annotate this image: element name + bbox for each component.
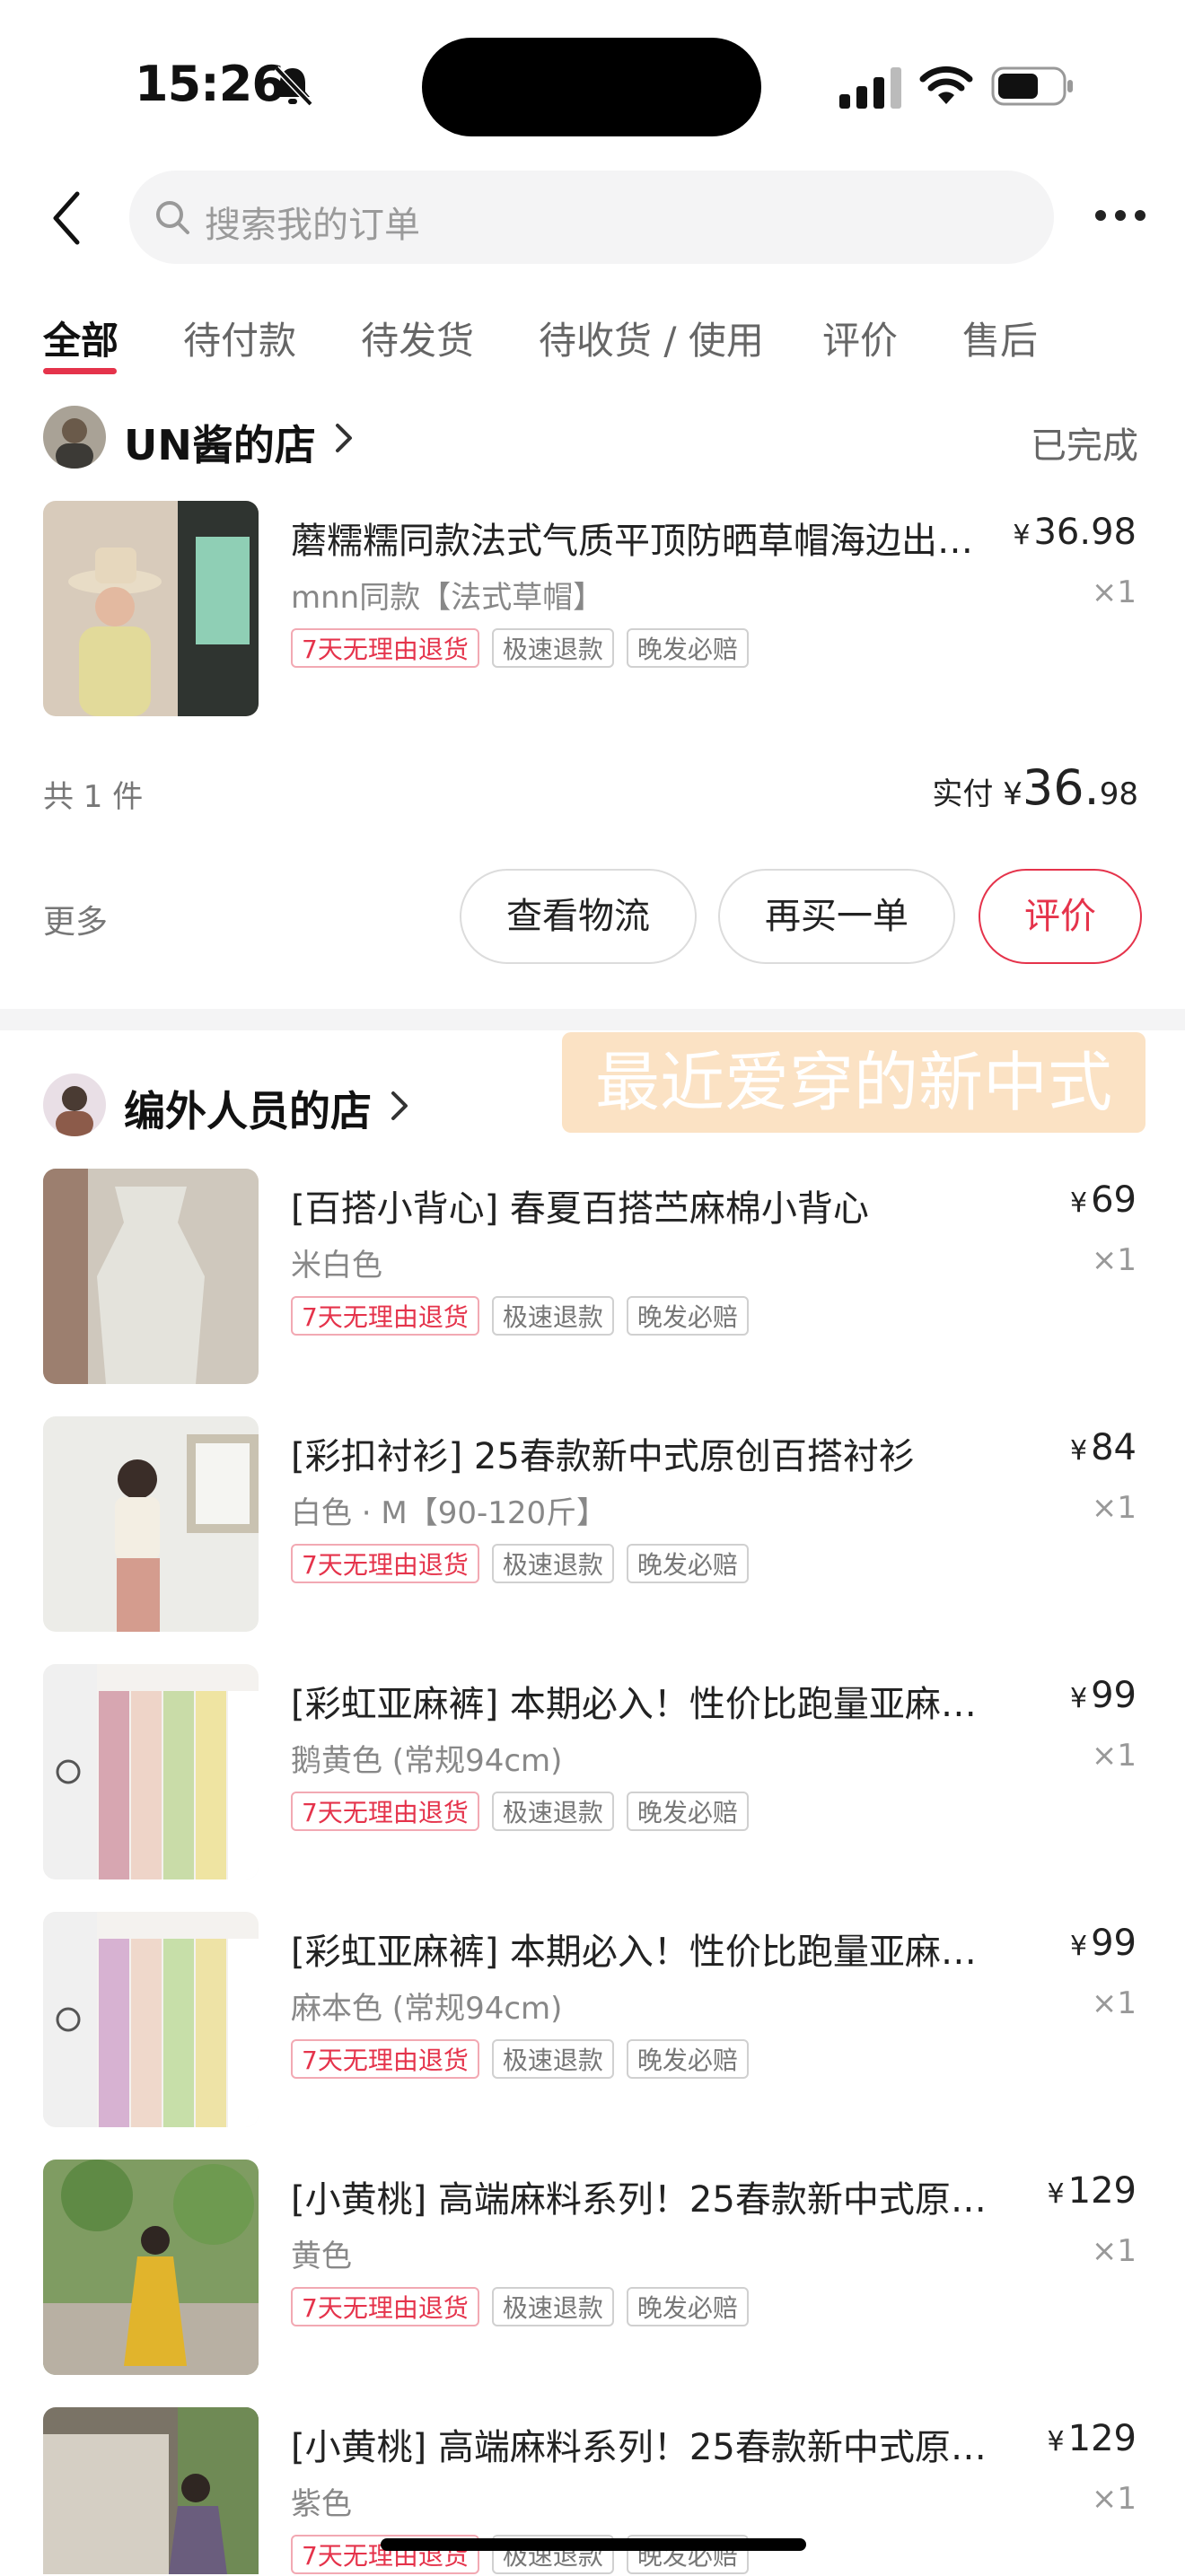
shop-avatar[interactable] [43, 406, 106, 469]
product-quantity: ×1 [1091, 574, 1137, 610]
product-thumbnail[interactable] [43, 501, 259, 716]
home-indicator [381, 2538, 806, 2551]
product-thumbnail[interactable] [43, 1416, 259, 1632]
return-tag: 7天无理由退货 [291, 1792, 479, 1831]
more-icon[interactable] [1093, 203, 1147, 228]
search-input[interactable]: 搜索我的订单 [129, 171, 1054, 264]
dynamic-island [422, 38, 761, 136]
product-spec: 米白色 [291, 1248, 382, 1284]
tab-all[interactable]: 全部 [43, 311, 118, 365]
product-title[interactable]: 蘑糯糯同款法式气质平顶防晒草帽海边出… [291, 512, 1000, 564]
product-price: ¥69 [1070, 1179, 1137, 1221]
order-status: 已完成 [1031, 425, 1138, 467]
item-count: 共 1 件 [43, 779, 144, 815]
late-compensation-tag: 晚发必赔 [626, 1792, 749, 1831]
product-price: ¥129 [1047, 2418, 1137, 2459]
product-title[interactable]: [小黄桃] 高端麻料系列！25春款新中式原… [291, 2170, 1000, 2222]
tab-pending-receipt[interactable]: 待收货 / 使用 [539, 311, 764, 365]
return-tag: 7天无理由退货 [291, 2287, 479, 2326]
late-compensation-tag: 晚发必赔 [626, 1296, 749, 1336]
product-spec: 黄色 [291, 2239, 352, 2274]
search-icon [156, 201, 189, 234]
product-title[interactable]: [小黄桃] 高端麻料系列！25春款新中式原… [291, 2418, 1000, 2470]
back-icon[interactable] [47, 188, 92, 248]
silent-bell-icon [274, 66, 313, 107]
product-quantity: ×1 [1091, 2233, 1137, 2269]
product-spec: mnn同款【法式草帽】 [291, 580, 604, 616]
product-spec: 白色 · M【90-120斤】 [291, 1495, 608, 1531]
shop-name[interactable]: UN酱的店 [124, 413, 316, 472]
product-spec: 麻本色 (常规94cm) [291, 1991, 563, 2027]
product-title[interactable]: [彩虹亚麻裤] 本期必入！性价比跑量亚麻… [291, 1923, 1000, 1975]
refund-tag: 极速退款 [491, 2287, 614, 2326]
late-compensation-tag: 晚发必赔 [626, 2039, 749, 2079]
product-quantity: ×1 [1091, 1985, 1137, 2021]
product-thumbnail[interactable] [43, 2407, 259, 2574]
return-tag: 7天无理由退货 [291, 2039, 479, 2079]
tab-pending-payment[interactable]: 待付款 [183, 311, 296, 365]
search-placeholder: 搜索我的订单 [205, 205, 420, 246]
refund-tag: 极速退款 [491, 628, 614, 668]
shop-name[interactable]: 编外人员的店 [124, 1079, 372, 1138]
product-title[interactable]: [彩虹亚麻裤] 本期必入！性价比跑量亚麻… [291, 1675, 1000, 1727]
tab-active-indicator [43, 368, 117, 374]
product-quantity: ×1 [1091, 2481, 1137, 2517]
wifi-icon [919, 66, 973, 104]
late-compensation-tag: 晚发必赔 [626, 628, 749, 668]
refund-tag: 极速退款 [491, 1792, 614, 1831]
product-spec: 鹅黄色 (常规94cm) [291, 1743, 563, 1779]
product-thumbnail[interactable] [43, 2160, 259, 2375]
late-compensation-tag: 晚发必赔 [626, 2287, 749, 2326]
paid-amount: 实付 ¥36.98 [932, 759, 1138, 816]
return-tag: 7天无理由退货 [291, 1296, 479, 1336]
product-quantity: ×1 [1091, 1242, 1137, 1278]
product-thumbnail[interactable] [43, 1912, 259, 2127]
service-tags: 7天无理由退货 极速退款 晚发必赔 [291, 2287, 749, 2326]
product-price: ¥84 [1070, 1427, 1137, 1468]
chevron-right-icon[interactable] [332, 420, 356, 456]
service-tags: 7天无理由退货 极速退款 晚发必赔 [291, 1544, 749, 1583]
shop-avatar[interactable] [43, 1073, 106, 1136]
product-thumbnail[interactable] [43, 1169, 259, 1384]
product-price: ¥36.98 [1013, 512, 1137, 553]
caption-overlay: 最近爱穿的新中式 [562, 1032, 1146, 1133]
refund-tag: 极速退款 [491, 1296, 614, 1336]
product-price: ¥99 [1070, 1675, 1137, 1716]
battery-icon [991, 66, 1073, 106]
tab-review[interactable]: 评价 [822, 311, 898, 365]
refund-tag: 极速退款 [491, 2039, 614, 2079]
cellular-signal-icon [839, 67, 901, 109]
tab-after-sales[interactable]: 售后 [962, 311, 1038, 365]
tab-pending-shipment[interactable]: 待发货 [361, 311, 474, 365]
section-divider [0, 1009, 1185, 1030]
more-actions[interactable]: 更多 [43, 896, 108, 942]
product-spec: 紫色 [291, 2486, 352, 2522]
review-button[interactable]: 评价 [979, 869, 1142, 964]
chevron-right-icon[interactable] [388, 1088, 411, 1124]
view-logistics-button[interactable]: 查看物流 [460, 869, 697, 964]
product-title[interactable]: [彩扣衬衫] 25春款新中式原创百搭衬衫 [291, 1427, 1000, 1479]
service-tags: 7天无理由退货 极速退款 晚发必赔 [291, 628, 749, 668]
product-price: ¥129 [1047, 2170, 1137, 2212]
product-quantity: ×1 [1091, 1490, 1137, 1526]
service-tags: 7天无理由退货 极速退款 晚发必赔 [291, 1792, 749, 1831]
product-price: ¥99 [1070, 1923, 1137, 1964]
product-thumbnail[interactable] [43, 1664, 259, 1879]
buy-again-button[interactable]: 再买一单 [718, 869, 955, 964]
service-tags: 7天无理由退货 极速退款 晚发必赔 [291, 2039, 749, 2079]
late-compensation-tag: 晚发必赔 [626, 1544, 749, 1583]
service-tags: 7天无理由退货 极速退款 晚发必赔 [291, 1296, 749, 1336]
product-quantity: ×1 [1091, 1738, 1137, 1774]
return-tag: 7天无理由退货 [291, 1544, 479, 1583]
product-title[interactable]: [百搭小背心] 春夏百搭苎麻棉小背心 [291, 1179, 1000, 1231]
status-time: 15:26 [135, 56, 285, 112]
return-tag: 7天无理由退货 [291, 628, 479, 668]
refund-tag: 极速退款 [491, 1544, 614, 1583]
